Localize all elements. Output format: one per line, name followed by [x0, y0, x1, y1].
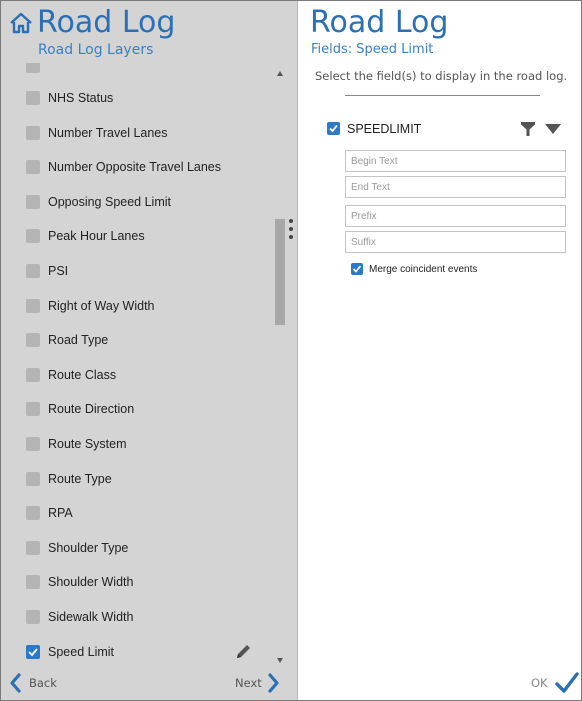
layer-label: Route System	[48, 437, 127, 451]
begin-text-input[interactable]	[345, 150, 566, 172]
back-label: Back	[29, 676, 57, 690]
list-item[interactable]: RPA	[1, 496, 273, 530]
list-item[interactable]: Route Class	[1, 358, 273, 392]
layer-label: Route Direction	[48, 402, 135, 417]
layer-checkbox[interactable]	[26, 506, 40, 521]
layer-label: PSI	[48, 264, 69, 278]
layer-label: Road Type	[48, 333, 109, 348]
layer-checkbox[interactable]	[26, 540, 40, 555]
layer-checkbox[interactable]	[26, 125, 40, 140]
layer-checkbox[interactable]	[26, 437, 40, 451]
layer-label: Number Opposite Travel Lanes	[48, 160, 222, 175]
layer-checkbox[interactable]	[26, 91, 40, 105]
ok-button[interactable]: OK	[531, 669, 580, 697]
merge-coincident-label: Merge coincident events	[369, 264, 478, 275]
scroll-up-arrow-icon[interactable]	[277, 71, 283, 76]
layer-checkbox[interactable]	[26, 471, 40, 486]
end-text-input[interactable]	[345, 176, 566, 198]
layer-label: Right of Way Width	[48, 298, 155, 313]
list-item[interactable]: Peak Hour Lanes	[1, 219, 273, 253]
layer-label: NHS Status	[48, 91, 114, 105]
layer-label: RPA	[48, 506, 73, 521]
checkmark-icon	[554, 672, 579, 693]
layer-list-scrollbar[interactable]	[274, 67, 287, 668]
layer-checkbox[interactable]	[26, 367, 40, 382]
suffix-input[interactable]	[345, 231, 566, 253]
home-icon[interactable]	[9, 11, 33, 35]
scroll-down-arrow-icon[interactable]	[277, 658, 283, 663]
list-item[interactable]: Sidewalk Width	[1, 600, 273, 634]
layer-label: Speed Limit	[48, 644, 115, 659]
breadcrumb-road-log-layers[interactable]: Road Log Layers	[38, 42, 153, 58]
field-checkbox-speedlimit[interactable]	[327, 122, 340, 135]
layer-label: Route Type	[48, 471, 112, 486]
pencil-icon[interactable]	[234, 643, 252, 661]
layer-checkbox[interactable]	[26, 264, 40, 278]
layer-checkbox[interactable]	[26, 402, 40, 417]
chevron-right-icon	[268, 673, 279, 693]
layer-label: Sidewalk Width	[48, 610, 134, 624]
layer-checkbox[interactable]	[26, 298, 40, 313]
layer-label: Opposing Speed Limit	[48, 194, 171, 209]
layer-label: Peak Hour Lanes	[48, 229, 145, 244]
list-item[interactable]: Road Type	[1, 323, 273, 357]
layer-checkbox[interactable]	[26, 63, 40, 73]
panel-resize-handle[interactable]	[288, 219, 294, 245]
filter-icon[interactable]	[520, 121, 536, 137]
layer-checkbox[interactable]	[26, 194, 40, 209]
instructions-text: Select the field(s) to display in the ro…	[315, 69, 568, 83]
next-label: Next	[235, 676, 262, 690]
list-item[interactable]: PSI	[1, 254, 273, 288]
road-log-window: Road Log Road Log Layers NHS Status Numbe…	[0, 0, 582, 701]
layer-checkbox[interactable]	[26, 644, 40, 659]
layers-panel: Road Log Road Log Layers NHS Status Numbe…	[1, 1, 298, 700]
list-item[interactable]: Route Type	[1, 462, 273, 496]
layer-checkbox[interactable]	[26, 575, 40, 590]
caret-down-icon[interactable]	[545, 124, 561, 134]
list-item[interactable]: Shoulder Width	[1, 565, 273, 599]
list-item[interactable]: Speed Limit	[1, 635, 273, 666]
page-title: Road Log	[37, 5, 176, 40]
list-item[interactable]: Route Direction	[1, 392, 273, 426]
layer-label: Number Travel Lanes	[48, 125, 168, 140]
merge-coincident-checkbox[interactable]	[351, 263, 363, 275]
field-name: SPEEDLIMIT	[347, 122, 422, 136]
ok-label: OK	[531, 676, 548, 690]
scroll-thumb[interactable]	[275, 219, 285, 325]
chevron-left-icon	[10, 673, 21, 693]
layer-checkbox[interactable]	[26, 160, 40, 175]
fields-panel-subtitle: Fields: Speed Limit	[311, 42, 434, 57]
layer-checkbox[interactable]	[26, 333, 40, 348]
layer-list: NHS Status Number Travel Lanes Number Oppo…	[1, 63, 273, 666]
layer-checkbox[interactable]	[26, 610, 40, 624]
list-item[interactable]: Shoulder Type	[1, 531, 273, 565]
layer-checkbox[interactable]	[26, 229, 40, 244]
list-item[interactable]: Number Travel Lanes	[1, 116, 273, 150]
fields-panel: Road Log Fields: Speed Limit Select the …	[299, 1, 581, 700]
fields-panel-title: Road Log	[310, 5, 449, 40]
list-item[interactable]: Number Opposite Travel Lanes	[1, 150, 273, 184]
list-item[interactable]	[1, 63, 273, 73]
list-item[interactable]: Route System	[1, 427, 273, 461]
layer-label: Shoulder Type	[48, 540, 129, 555]
layer-label: Route Class	[48, 367, 117, 382]
next-button[interactable]: Next	[235, 671, 280, 695]
divider	[345, 95, 540, 96]
list-item[interactable]: Right of Way Width	[1, 289, 273, 323]
back-button[interactable]: Back	[9, 671, 57, 695]
layer-label: Shoulder Width	[48, 575, 134, 590]
prefix-input[interactable]	[345, 205, 566, 227]
list-item[interactable]: NHS Status	[1, 81, 273, 115]
list-item[interactable]: Opposing Speed Limit	[1, 185, 273, 219]
